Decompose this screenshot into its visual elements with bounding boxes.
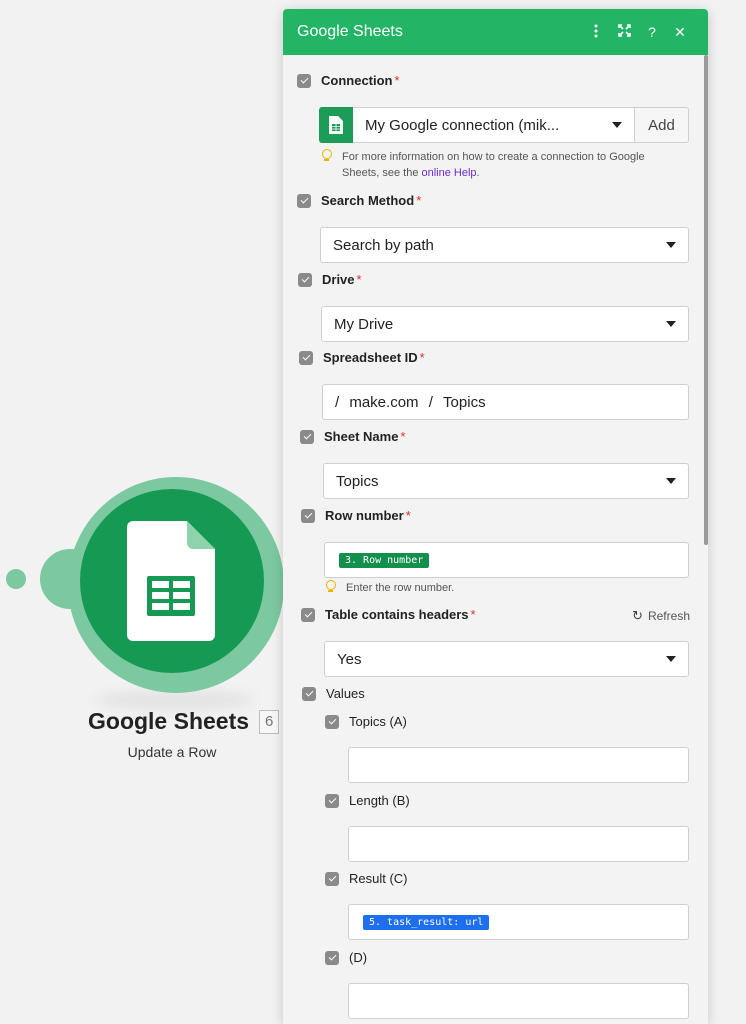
module-settings-panel: Google Sheets ? ✕ Connection * My Google… [283,9,708,1024]
table-headers-select[interactable]: Yes [324,641,689,677]
chevron-down-icon [612,122,622,128]
google-sheets-icon [127,521,215,641]
module-subtitle: Update a Row [127,744,217,760]
sheet-name-label: Sheet Name * [300,429,405,444]
chevron-down-icon [666,478,676,484]
chevron-down-icon [666,656,676,662]
drive-collapse-checkbox[interactable] [298,272,312,287]
drive-label: Drive * [298,272,362,287]
connection-collapse-checkbox[interactable] [297,73,311,88]
path-segment-spreadsheet[interactable]: Topics [443,394,486,411]
lightbulb-icon [321,149,333,163]
add-connection-button[interactable]: Add [635,107,689,143]
connector-dot[interactable] [6,569,26,589]
search-method-label: Search Method * [297,193,421,208]
search-method-select[interactable]: Search by path [320,227,689,263]
path-segment-drive-folder[interactable]: make.com [349,394,418,411]
topics-collapse-checkbox[interactable] [325,714,339,729]
row-number-input[interactable]: 3. Row number [324,542,689,578]
row-number-label: Row number * [301,508,411,523]
table-headers-label: Table contains headers * [301,607,476,622]
module-title: Google Sheets [88,708,250,734]
help-icon[interactable]: ? [638,24,666,40]
panel-body: Connection * My Google connection (mik..… [283,55,708,1024]
mapped-variable-pill[interactable]: 5. task_result: url [363,914,490,930]
module-id-badge: 6 [259,709,280,734]
spreadsheet-id-label: Spreadsheet ID * [299,350,425,365]
mapped-variable-pill[interactable]: 3. Row number [339,552,430,568]
panel-title: Google Sheets [297,23,403,40]
sheet-name-collapse-checkbox[interactable] [300,429,314,444]
values-collapse-checkbox[interactable] [302,686,316,701]
panel-header: Google Sheets ? ✕ [283,9,708,55]
search-method-collapse-checkbox[interactable] [297,193,311,208]
more-vertical-icon[interactable] [582,24,610,41]
values-label: Values [302,686,365,701]
module-shadow [95,690,255,710]
connection-hint: For more information on how to create a … [321,149,681,181]
path-separator: / [335,393,340,411]
expand-icon[interactable] [610,24,638,40]
google-sheets-connection-icon [319,107,353,143]
connection-label: Connection * [297,73,400,88]
google-sheets-module[interactable] [80,489,264,673]
topics-input[interactable] [348,747,689,783]
d-column-label: (D) [325,950,367,965]
connection-field: My Google connection (mik... Add [319,107,689,143]
refresh-icon: ↻ [632,608,643,623]
row-number-collapse-checkbox[interactable] [301,508,315,523]
connection-select[interactable]: My Google connection (mik... [353,107,635,143]
chevron-down-icon [666,321,676,327]
result-column-label: Result (C) [325,871,408,886]
path-separator: / [428,393,433,411]
close-icon[interactable]: ✕ [666,24,694,41]
result-input[interactable]: 5. task_result: url [348,904,689,940]
sheet-name-select[interactable]: Topics [323,463,689,499]
d-collapse-checkbox[interactable] [325,950,339,965]
length-column-label: Length (B) [325,793,410,808]
length-input[interactable] [348,826,689,862]
spreadsheet-id-path-field[interactable]: / make.com / Topics [322,384,689,420]
length-collapse-checkbox[interactable] [325,793,339,808]
online-help-link[interactable]: online Help [422,167,477,179]
topics-column-label: Topics (A) [325,714,407,729]
module-title-row: Google Sheets 6 [88,708,280,735]
refresh-button[interactable]: ↻ Refresh [632,608,690,624]
lightbulb-icon [325,580,337,594]
chevron-down-icon [666,242,676,248]
drive-select[interactable]: My Drive [321,306,689,342]
spreadsheet-id-collapse-checkbox[interactable] [299,350,313,365]
required-mark: * [394,73,400,88]
result-collapse-checkbox[interactable] [325,871,339,886]
row-number-hint: Enter the row number. [325,580,454,596]
table-headers-collapse-checkbox[interactable] [301,607,315,622]
d-input[interactable] [348,983,689,1019]
